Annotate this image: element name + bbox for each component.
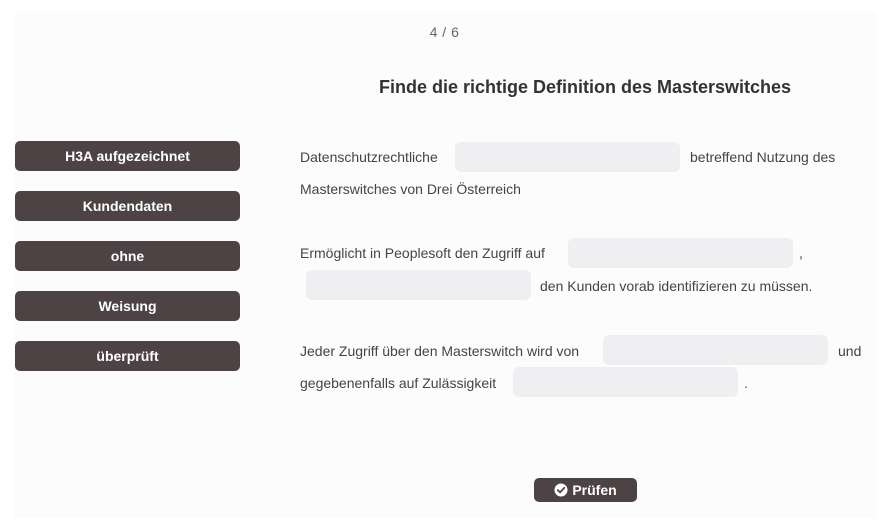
check-button[interactable]: Prüfen: [534, 478, 637, 502]
sentence-3-text-und: und: [838, 343, 862, 359]
sentence-3-text-start: Jeder Zugriff über den Masterswitch wird…: [300, 343, 580, 359]
answer-chip-h3a-aufgezeichnet[interactable]: H3A aufgezeichnet: [15, 141, 240, 171]
sentence-2-text-end: den Kunden vorab identifizieren zu müsse…: [540, 278, 813, 294]
answer-chip-weisung[interactable]: Weisung: [15, 291, 240, 321]
sentence-1-text-start: Datenschutzrechtliche: [300, 149, 438, 165]
sentence-3-period: .: [744, 375, 748, 391]
drop-slot-2[interactable]: [568, 238, 793, 268]
sentence-2-text-start: Ermöglicht in Peoplesoft den Zugriff auf: [300, 245, 545, 261]
drop-slot-3[interactable]: [306, 270, 531, 300]
page-title: Finde die richtige Definition des Master…: [378, 77, 792, 97]
check-button-label: Prüfen: [572, 482, 617, 498]
check-circle-icon: [554, 483, 568, 497]
drop-slot-4[interactable]: [603, 335, 828, 365]
sentence-3-text-middle: gegebenenfalls auf Zulässigkeit: [300, 375, 497, 391]
answer-chip-kundendaten[interactable]: Kundendaten: [15, 191, 240, 221]
sentence-1-text-middle: betreffend Nutzung des: [690, 149, 836, 165]
drop-slot-1[interactable]: [455, 142, 680, 172]
answer-chip-ueberprueft[interactable]: überprüft: [15, 341, 240, 371]
progress-indicator: 4 / 6: [429, 24, 460, 40]
drop-slot-5[interactable]: [513, 367, 738, 397]
answer-chip-ohne[interactable]: ohne: [15, 241, 240, 271]
sentence-2-comma: ,: [799, 245, 803, 261]
sentence-1-text-end: Masterswitches von Drei Österreich: [300, 181, 521, 197]
